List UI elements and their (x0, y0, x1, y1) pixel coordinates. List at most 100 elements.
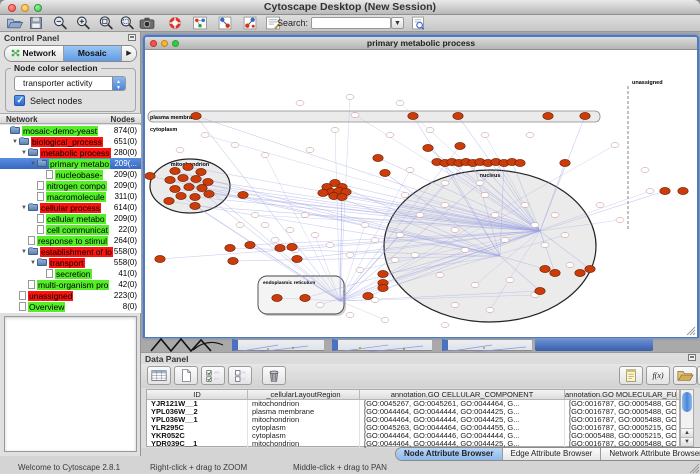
network-node[interactable] (461, 248, 469, 253)
zoom-fit-icon[interactable] (118, 16, 138, 30)
tree-item[interactable]: cellular metabo209(0) (0, 213, 141, 224)
selected-network-node[interactable] (373, 154, 383, 161)
import-attributes-icon[interactable] (673, 366, 697, 385)
float-panel-icon[interactable] (128, 34, 136, 41)
column-header[interactable]: _cellularLayoutRegion (248, 390, 360, 399)
network-node[interactable] (346, 95, 354, 100)
tab-node-attribute-browser[interactable]: Node Attribute Browser (396, 448, 503, 460)
snapshot-camera-icon[interactable] (137, 16, 157, 30)
network-node[interactable] (201, 133, 209, 138)
network-node[interactable] (391, 258, 399, 263)
network-node[interactable] (316, 303, 324, 308)
selected-network-node[interactable] (184, 183, 194, 190)
expander-icon[interactable]: ▼ (20, 150, 28, 156)
expander-icon[interactable]: ▼ (20, 249, 28, 255)
network-node[interactable] (426, 128, 434, 133)
selected-network-node[interactable] (580, 112, 590, 119)
network-canvas[interactable]: plasma membranecytoplasmmitochondrionnuc… (145, 50, 697, 337)
search-dropdown-icon[interactable]: ▼ (391, 17, 404, 29)
tree-item[interactable]: secretion41(0) (0, 268, 141, 279)
selected-network-node[interactable] (292, 255, 302, 262)
selected-network-node[interactable] (275, 244, 285, 251)
selected-network-node[interactable] (380, 169, 390, 176)
tree-item-label[interactable]: metabolic process (40, 148, 111, 158)
tree-item-label[interactable]: secretion (55, 269, 92, 279)
network-node[interactable] (406, 168, 414, 173)
network-node[interactable] (551, 213, 559, 218)
tree-item-label[interactable]: transport (49, 258, 85, 268)
network-node[interactable] (491, 213, 499, 218)
tree-item[interactable]: Overview8(0) (0, 301, 141, 312)
tab-network[interactable]: Network (5, 46, 64, 61)
network-node[interactable] (371, 238, 379, 243)
tree-item[interactable]: ▼primary metabo209(... (0, 158, 141, 169)
network-node[interactable] (346, 253, 354, 258)
scrollbar-thumb[interactable] (682, 392, 692, 412)
table-row[interactable]: YPL036W__2plasma membrane[GO:0044464, GO… (147, 408, 679, 416)
network-node[interactable] (441, 203, 449, 208)
network-node[interactable] (326, 243, 334, 248)
birdseye-view[interactable] (4, 316, 137, 452)
tree-item-label[interactable]: response to stimul (37, 236, 108, 246)
expander-icon[interactable]: ▼ (29, 260, 37, 266)
dropdown-stepper-icon[interactable] (112, 77, 125, 90)
network-node[interactable] (481, 133, 489, 138)
selected-network-node[interactable] (337, 193, 347, 200)
selected-network-node[interactable] (272, 294, 282, 301)
selected-network-node[interactable] (318, 189, 328, 196)
selected-network-node[interactable] (191, 175, 201, 182)
selected-network-node[interactable] (164, 197, 174, 204)
selected-network-node[interactable] (178, 174, 188, 181)
expander-icon[interactable]: ▼ (11, 139, 19, 145)
float-panel-icon[interactable] (688, 354, 696, 361)
selected-network-node[interactable] (363, 292, 373, 299)
network-node[interactable] (561, 233, 569, 238)
network-node[interactable] (396, 101, 404, 106)
tree-item-label[interactable]: multi-organism pro (37, 280, 109, 290)
selected-network-node[interactable] (225, 244, 235, 251)
tree-item[interactable]: response to stimul264(0) (0, 235, 141, 246)
tree-item[interactable]: ▼metabolic process280(0) (0, 147, 141, 158)
tree-item-label[interactable]: cell communicat (46, 225, 109, 235)
network-node[interactable] (611, 143, 619, 148)
attribute-table-header[interactable]: ID_cellularLayoutRegionannotation.GO CEL… (147, 390, 679, 400)
scroll-up-icon[interactable]: ▲ (681, 428, 693, 437)
network-node[interactable] (261, 153, 269, 158)
node-attributes-icon[interactable] (190, 16, 210, 30)
network-node[interactable] (386, 133, 394, 138)
table-row[interactable]: YPL036W__1mitochondrion[GO:0044464, GO:0… (147, 416, 679, 424)
tree-item-label[interactable]: cellular process (40, 203, 101, 213)
network-node[interactable] (361, 223, 369, 228)
tree-header[interactable]: Network Nodes (0, 113, 141, 124)
delete-attribute-icon[interactable] (262, 366, 286, 385)
selected-network-node[interactable] (145, 172, 155, 179)
selected-network-node[interactable] (543, 112, 553, 119)
selected-network-node[interactable] (453, 112, 463, 119)
selected-network-node[interactable] (408, 112, 418, 119)
table-row[interactable]: YJR121W__1mitochondrion[GO:0045267, GO:0… (147, 400, 679, 408)
network-node[interactable] (286, 228, 294, 233)
network-node[interactable] (616, 218, 624, 223)
tree-item[interactable]: multi-organism pro42(0) (0, 279, 141, 290)
network-node[interactable] (251, 213, 259, 218)
network-node[interactable] (346, 313, 354, 318)
selected-network-node[interactable] (423, 144, 433, 151)
network-node[interactable] (176, 148, 184, 153)
network-node[interactable] (541, 243, 549, 248)
column-header[interactable]: ID (147, 390, 248, 399)
tree-item[interactable]: mosaic-demo-yeast874(0) (0, 125, 141, 136)
tree-item[interactable]: ▼cellular process614(0) (0, 202, 141, 213)
network-node[interactable] (436, 273, 444, 278)
background-window[interactable] (332, 339, 432, 351)
network-node[interactable] (471, 283, 479, 288)
selected-network-node[interactable] (585, 265, 595, 272)
tab-network-attribute-browser[interactable]: Network Attribute Browser (601, 448, 700, 460)
background-window[interactable] (442, 339, 532, 351)
tree-item-label[interactable]: macromolecule (46, 192, 106, 202)
selected-network-node[interactable] (245, 241, 255, 248)
table-row[interactable]: YLR295Ccytoplasm[GO:0045263, GO:0044464,… (147, 424, 679, 432)
selected-network-node[interactable] (238, 191, 248, 198)
new-attribute-icon[interactable] (174, 366, 198, 385)
column-header[interactable]: annotation.GO CELLULAR_COMPONENT (360, 390, 565, 399)
expander-icon[interactable]: ▼ (29, 161, 37, 167)
